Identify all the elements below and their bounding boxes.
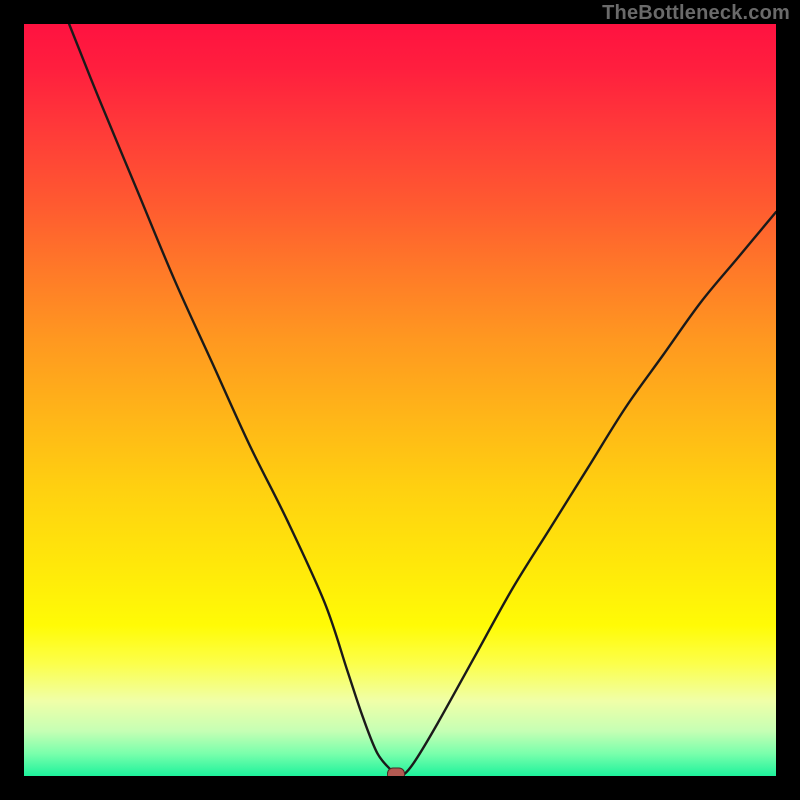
watermark-text: TheBottleneck.com xyxy=(602,2,790,25)
chart-root: TheBottleneck.com xyxy=(0,0,800,800)
plot-area xyxy=(24,24,776,776)
optimal-point-marker xyxy=(387,768,405,776)
bottleneck-curve xyxy=(24,24,776,776)
